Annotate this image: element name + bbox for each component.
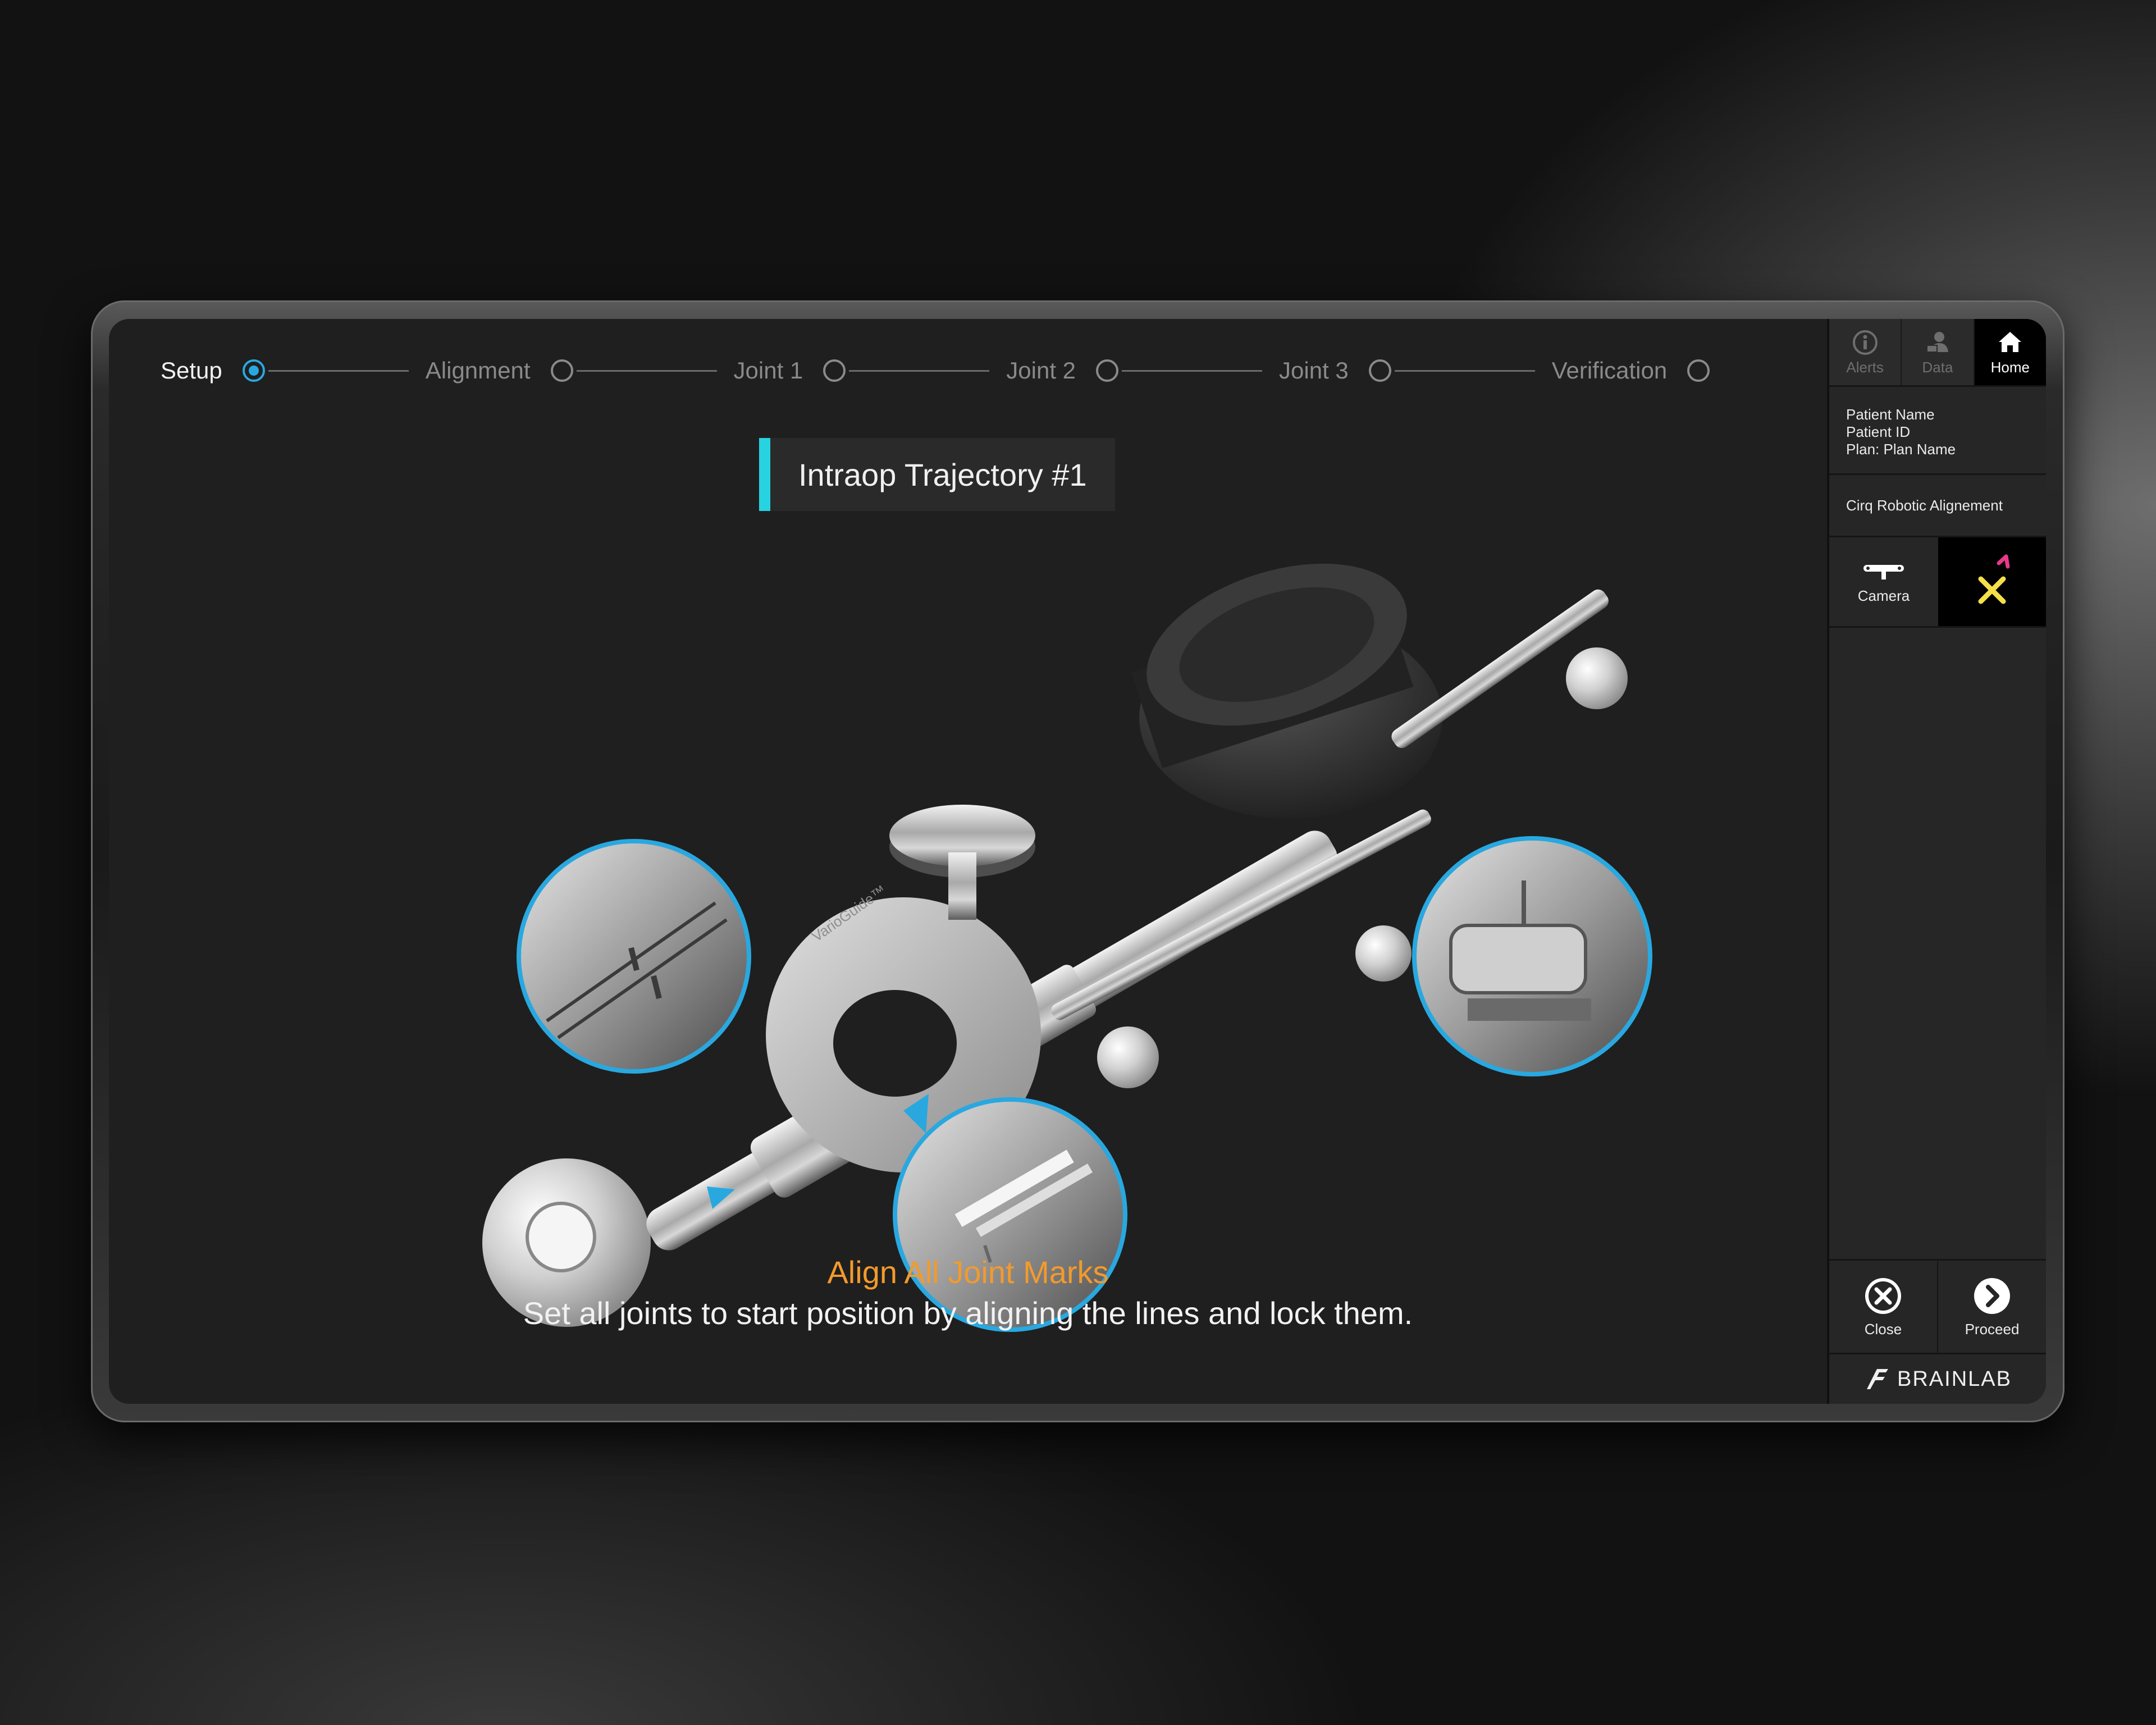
step-joint-1[interactable]: Joint 1: [734, 357, 1007, 384]
step-indicator: [1368, 359, 1391, 382]
bottom-actions: Close Proceed: [1829, 1259, 2046, 1353]
gear-drum: [1131, 563, 1442, 819]
step-setup[interactable]: Setup: [161, 357, 426, 384]
screen: Setup Alignment Joint 1 Joint 2 Joint 3 …: [109, 319, 2046, 1404]
instruction-title: Align All Joint Marks: [827, 1254, 1109, 1290]
patient-info: Patient Name Patient ID Plan: Plan Name: [1829, 387, 2046, 475]
step-indicator-active: [242, 359, 265, 382]
tracking-tools: Camera: [1829, 537, 2046, 628]
step-verification[interactable]: Verification: [1552, 357, 1710, 384]
step-connector: [576, 369, 717, 372]
brand-logo: BRAINLAB: [1829, 1353, 2046, 1404]
top-nav: Alerts Data Home: [1829, 319, 2046, 387]
step-label: Joint 3: [1279, 357, 1349, 384]
plan-name: Plan: Plan Name: [1846, 441, 1956, 458]
tracker-status: [1938, 537, 2046, 626]
camera-label: Camera: [1857, 587, 1910, 604]
data-label: Data: [1922, 358, 1953, 376]
close-button[interactable]: Close: [1829, 1261, 1938, 1353]
step-connector: [1122, 369, 1263, 372]
workflow-steps: Setup Alignment Joint 1 Joint 2 Joint 3 …: [161, 354, 1710, 387]
chevron-right-icon: [1974, 1278, 2010, 1314]
step-connector: [849, 369, 990, 372]
step-indicator: [823, 359, 846, 382]
device-frame: Setup Alignment Joint 1 Joint 2 Joint 3 …: [91, 300, 2064, 1422]
step-label: Setup: [161, 357, 222, 384]
step-label: Alignment: [425, 357, 531, 384]
alerts-label: Alerts: [1846, 358, 1884, 376]
step-indicator: [550, 359, 573, 382]
mid-ball: [1355, 925, 1412, 982]
procedure-name: Cirq Robotic Alignement: [1829, 475, 2046, 537]
home-button[interactable]: Home: [1974, 319, 2046, 385]
right-sidebar: Alerts Data Home Patient Name Patient ID…: [1827, 319, 2046, 1404]
info-icon: [1852, 330, 1878, 355]
home-icon: [1999, 331, 2022, 352]
step-indicator: [1687, 359, 1710, 382]
data-button[interactable]: Data: [1902, 319, 1975, 385]
lower-ball: [1097, 1026, 1159, 1088]
main-area: Setup Alignment Joint 1 Joint 2 Joint 3 …: [109, 319, 1827, 1404]
camera-icon: [1863, 564, 1904, 579]
step-alignment[interactable]: Alignment: [426, 357, 734, 384]
patient-id: Patient ID: [1846, 423, 1911, 440]
step-connector: [268, 369, 409, 372]
zoom-callout-right: [1412, 836, 1652, 1076]
step-indicator: [1096, 359, 1119, 382]
brainlab-logo-icon: [1867, 1369, 1889, 1389]
tracker-marker-icon: [1978, 554, 2010, 604]
step-connector: [1394, 369, 1535, 372]
secondary-arm: [1051, 809, 1431, 1020]
proceed-button[interactable]: Proceed: [1938, 1261, 2046, 1353]
close-icon: [1865, 1278, 1901, 1314]
home-label: Home: [1990, 358, 2030, 376]
step-label: Joint 2: [1006, 357, 1076, 384]
camera-button[interactable]: Camera: [1829, 537, 1938, 626]
step-joint-3[interactable]: Joint 3: [1279, 357, 1552, 384]
brand-name: BRAINLAB: [1897, 1367, 2012, 1391]
instruction-body: Set all joints to start position by alig…: [523, 1295, 1413, 1331]
proceed-label: Proceed: [1965, 1321, 2020, 1338]
step-joint-2[interactable]: Joint 2: [1006, 357, 1279, 384]
zoom-callout-left: [517, 839, 751, 1209]
upper-ball: [1566, 647, 1628, 709]
close-label: Close: [1864, 1321, 1902, 1338]
alerts-button[interactable]: Alerts: [1829, 319, 1902, 385]
patient-data-icon: [1926, 331, 1948, 353]
step-label: Joint 1: [733, 357, 803, 384]
step-label: Verification: [1551, 357, 1668, 384]
patient-name: Patient Name: [1846, 406, 1935, 423]
